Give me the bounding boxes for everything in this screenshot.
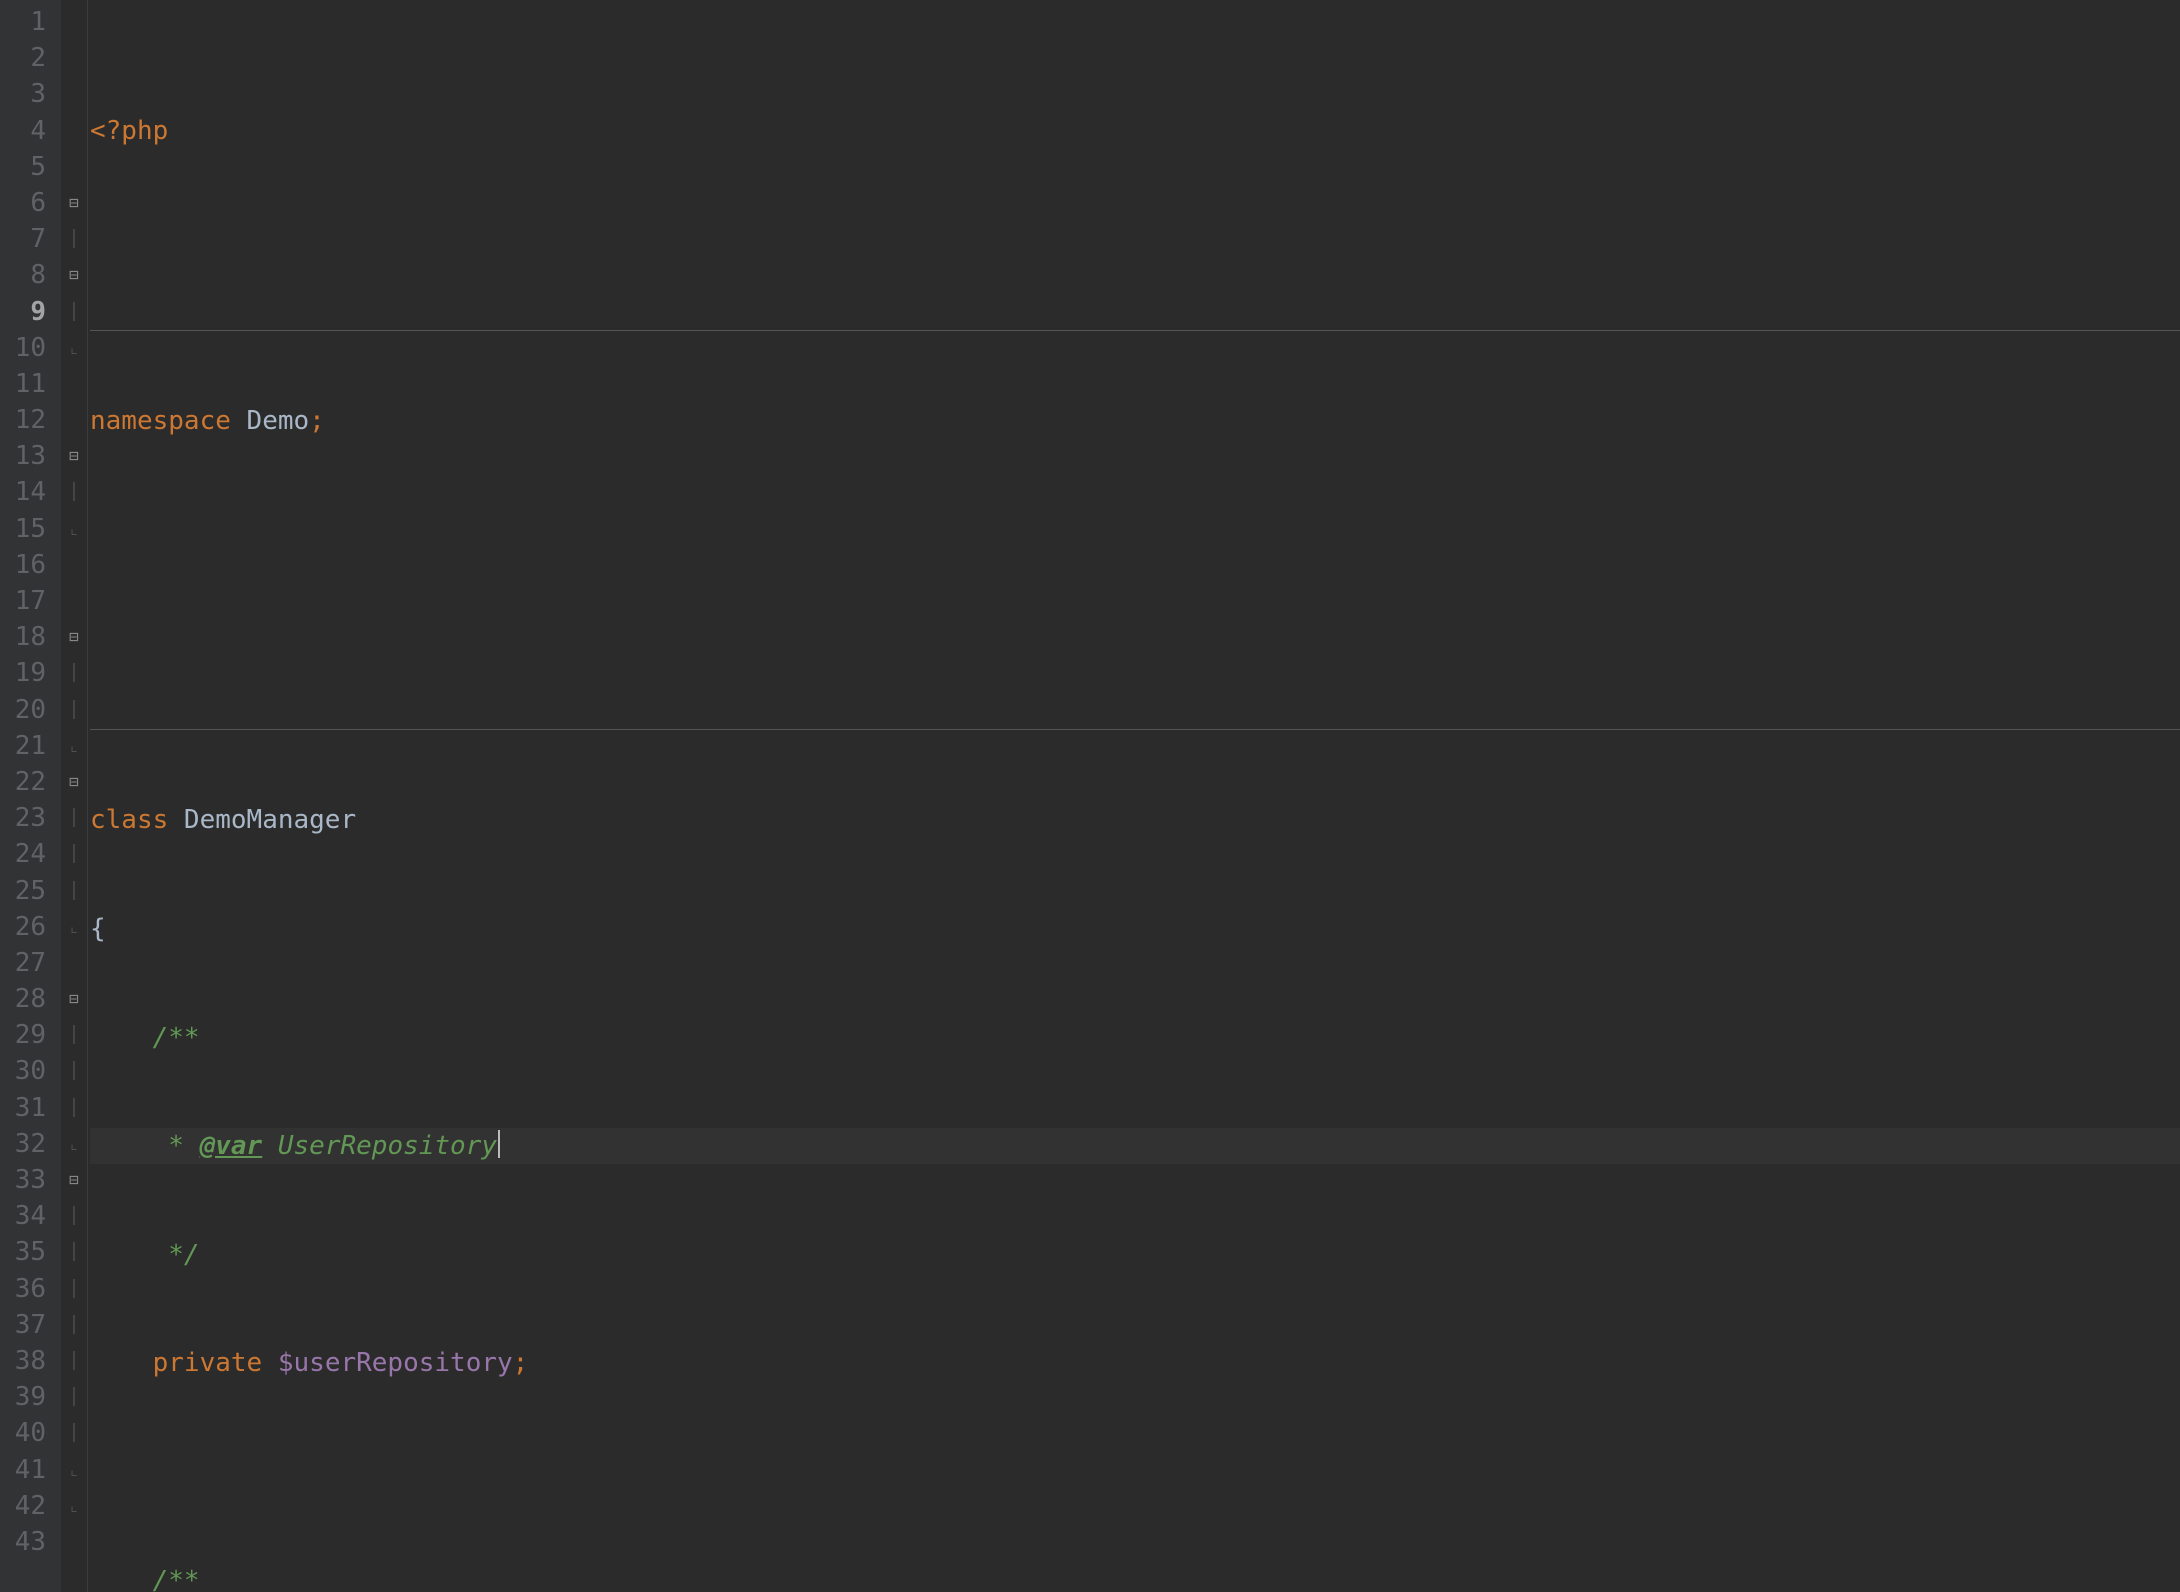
fold-guide-icon: │ <box>69 1415 79 1451</box>
line-number[interactable]: 1 <box>0 4 46 40</box>
code-line[interactable]: { <box>90 911 2180 947</box>
line-number[interactable]: 32 <box>0 1126 46 1162</box>
fold-end-icon: ⌞ <box>69 330 79 366</box>
code-line-current[interactable]: * @var UserRepository <box>90 1128 2180 1164</box>
line-number[interactable]: 19 <box>0 655 46 691</box>
fold-end-icon: ⌞ <box>69 728 79 764</box>
line-number[interactable]: 40 <box>0 1415 46 1451</box>
fold-guide-icon: │ <box>69 800 79 836</box>
line-number[interactable]: 26 <box>0 909 46 945</box>
code-line[interactable]: private $userRepository; <box>90 1345 2180 1381</box>
code-line[interactable]: namespace Demo; <box>90 403 2180 439</box>
line-number[interactable]: 33 <box>0 1162 46 1198</box>
line-number[interactable]: 3 <box>0 76 46 112</box>
fold-guide-icon: │ <box>69 1090 79 1126</box>
line-number[interactable]: 13 <box>0 438 46 474</box>
line-number[interactable]: 4 <box>0 113 46 149</box>
line-number[interactable]: 28 <box>0 981 46 1017</box>
line-number[interactable]: 9 <box>0 294 46 330</box>
fold-guide-icon: │ <box>69 873 79 909</box>
method-separator <box>90 330 2180 331</box>
code-line[interactable] <box>90 1454 2180 1490</box>
line-number[interactable]: 34 <box>0 1198 46 1234</box>
fold-end-icon: ⌞ <box>69 1126 79 1162</box>
fold-end-icon: ⌞ <box>69 511 79 547</box>
fold-end-icon: ⌞ <box>69 1452 79 1488</box>
code-line[interactable]: <?php <box>90 113 2180 149</box>
line-number[interactable]: 16 <box>0 547 46 583</box>
fold-toggle-icon[interactable]: ⊟ <box>69 257 79 293</box>
code-line[interactable]: class DemoManager <box>90 802 2180 838</box>
code-editor: 1234567891011121314151617181920212223242… <box>0 0 2180 1592</box>
fold-guide-icon: │ <box>69 692 79 728</box>
line-number[interactable]: 36 <box>0 1271 46 1307</box>
fold-guide-icon: │ <box>69 1234 79 1270</box>
line-number[interactable]: 14 <box>0 474 46 510</box>
code-line[interactable] <box>90 221 2180 257</box>
fold-guide-icon: │ <box>69 1307 79 1343</box>
line-number[interactable]: 31 <box>0 1090 46 1126</box>
fold-toggle-icon[interactable]: ⊟ <box>69 764 79 800</box>
fold-guide-icon: │ <box>69 1198 79 1234</box>
line-number[interactable]: 39 <box>0 1379 46 1415</box>
line-number-gutter[interactable]: 1234567891011121314151617181920212223242… <box>0 0 60 1592</box>
line-number[interactable]: 21 <box>0 728 46 764</box>
fold-toggle-icon[interactable]: ⊟ <box>69 981 79 1017</box>
line-number[interactable]: 20 <box>0 692 46 728</box>
fold-guide-icon: │ <box>69 221 79 257</box>
fold-guide-icon: │ <box>69 1017 79 1053</box>
code-line[interactable] <box>90 620 2180 656</box>
fold-end-icon: ⌞ <box>69 909 79 945</box>
line-number[interactable]: 6 <box>0 185 46 221</box>
fold-end-icon: ⌞ <box>69 1488 79 1524</box>
line-number[interactable]: 43 <box>0 1524 46 1560</box>
fold-gutter[interactable]: ⊟│⊟│⌞⊟│⌞⊟││⌞⊟│││⌞⊟│││⌞⊟│││││││⌞⌞ <box>60 0 88 1592</box>
fold-guide-icon: │ <box>69 836 79 872</box>
line-number[interactable]: 7 <box>0 221 46 257</box>
line-number[interactable]: 5 <box>0 149 46 185</box>
code-line[interactable]: */ <box>90 1237 2180 1273</box>
code-line[interactable]: /** <box>90 1563 2180 1592</box>
fold-guide-icon: │ <box>69 1053 79 1089</box>
fold-guide-icon: │ <box>69 294 79 330</box>
line-number[interactable]: 22 <box>0 764 46 800</box>
fold-toggle-icon[interactable]: ⊟ <box>69 185 79 221</box>
line-number[interactable]: 12 <box>0 402 46 438</box>
fold-guide-icon: │ <box>69 1343 79 1379</box>
php-open-tag: <?php <box>90 116 168 146</box>
line-number[interactable]: 38 <box>0 1343 46 1379</box>
method-separator <box>90 729 2180 730</box>
line-number[interactable]: 15 <box>0 511 46 547</box>
editor-viewport[interactable]: <?php namespace Demo; class DemoManager … <box>88 0 2180 1592</box>
line-number[interactable]: 37 <box>0 1307 46 1343</box>
line-number[interactable]: 41 <box>0 1452 46 1488</box>
fold-toggle-icon[interactable]: ⊟ <box>69 619 79 655</box>
line-number[interactable]: 17 <box>0 583 46 619</box>
line-number[interactable]: 29 <box>0 1017 46 1053</box>
fold-guide-icon: │ <box>69 655 79 691</box>
line-number[interactable]: 10 <box>0 330 46 366</box>
fold-toggle-icon[interactable]: ⊟ <box>69 438 79 474</box>
fold-guide-icon: │ <box>69 1271 79 1307</box>
line-number[interactable]: 35 <box>0 1234 46 1270</box>
fold-toggle-icon[interactable]: ⊟ <box>69 1162 79 1198</box>
line-number[interactable]: 11 <box>0 366 46 402</box>
fold-guide-icon: │ <box>69 474 79 510</box>
line-number[interactable]: 27 <box>0 945 46 981</box>
text-caret <box>498 1130 500 1158</box>
line-number[interactable]: 8 <box>0 257 46 293</box>
code-line[interactable]: /** <box>90 1020 2180 1056</box>
code-line[interactable] <box>90 512 2180 548</box>
line-number[interactable]: 2 <box>0 40 46 76</box>
line-number[interactable]: 42 <box>0 1488 46 1524</box>
line-number[interactable]: 23 <box>0 800 46 836</box>
line-number[interactable]: 24 <box>0 836 46 872</box>
line-number[interactable]: 30 <box>0 1053 46 1089</box>
line-number[interactable]: 25 <box>0 873 46 909</box>
fold-guide-icon: │ <box>69 1379 79 1415</box>
line-number[interactable]: 18 <box>0 619 46 655</box>
